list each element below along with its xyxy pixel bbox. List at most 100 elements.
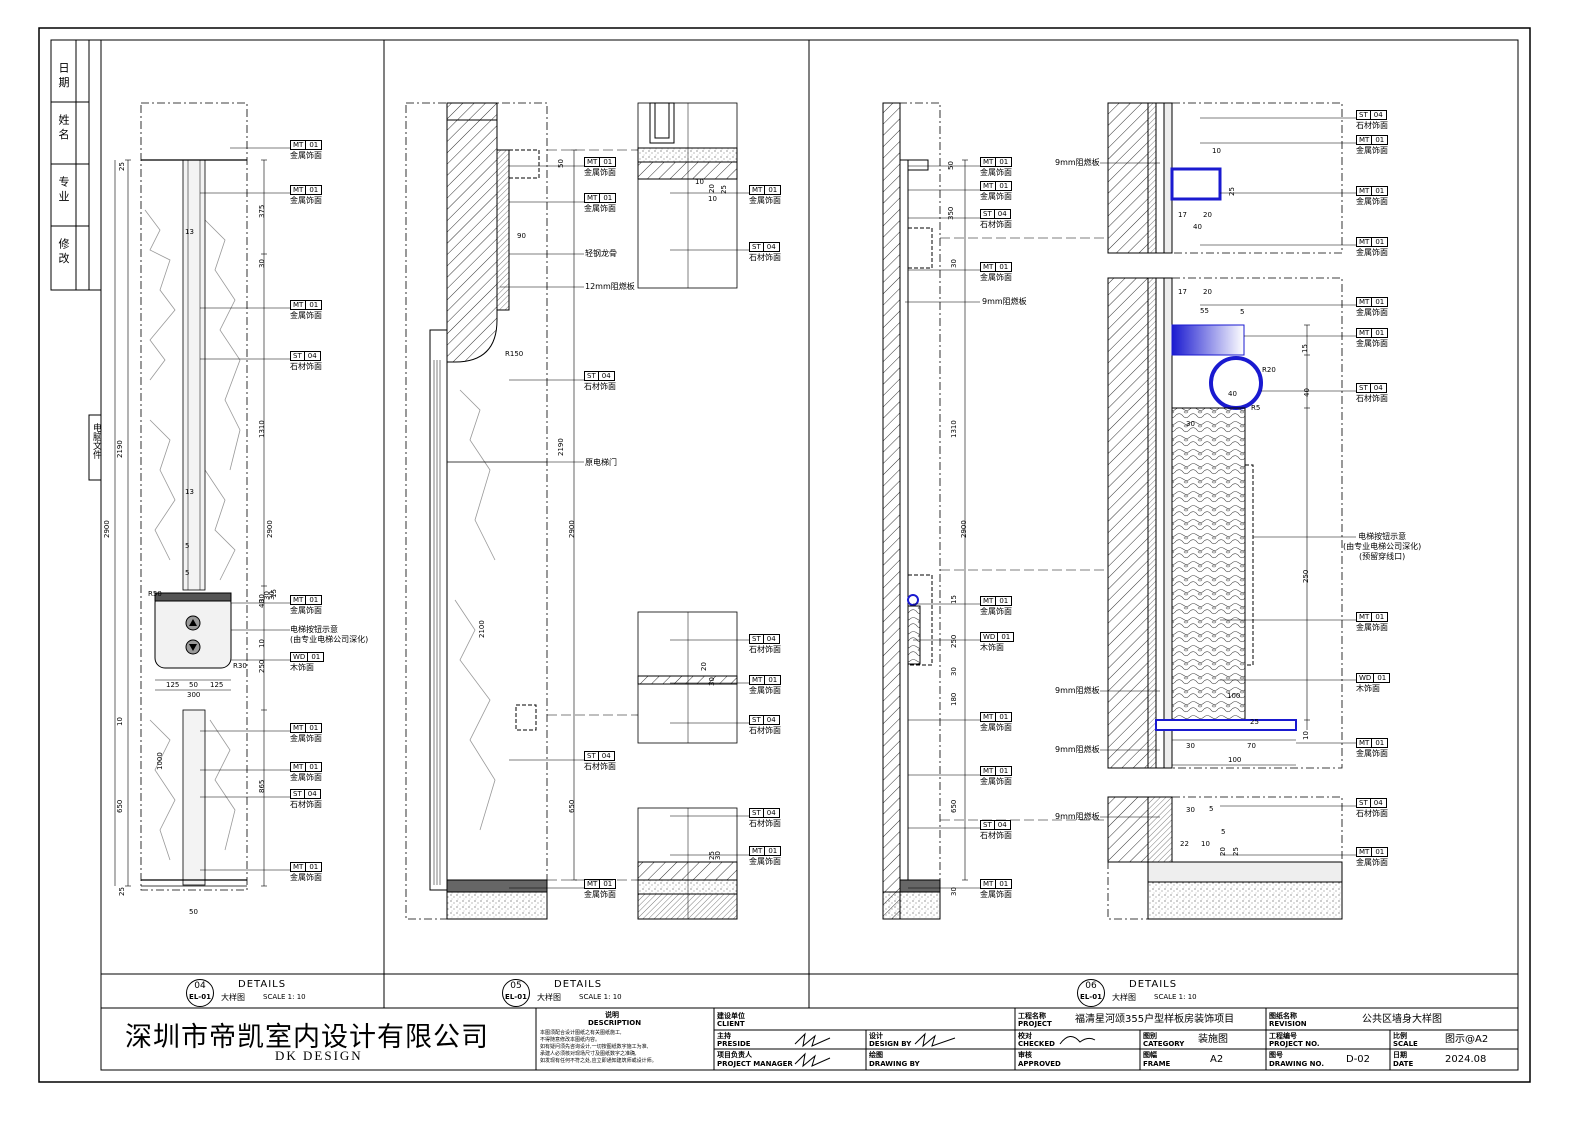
dimension-label: 30 <box>1186 806 1195 814</box>
material-tag-st: ST 04 石材饰面 <box>1356 383 1388 403</box>
material-code: MT <box>980 596 997 606</box>
dimension-label: 5 <box>185 569 190 577</box>
material-code: MT <box>1356 738 1373 748</box>
tb-project-value: 福清星河颂355户型样板房装饰项目 <box>1075 1014 1235 1025</box>
dimension-label: 30 <box>950 667 958 676</box>
material-tag-st: ST 04 石材饰面 <box>584 371 616 391</box>
board9-callout-4: 9mm阻燃板 <box>1055 745 1100 754</box>
material-name: 金属饰面 <box>980 890 1012 899</box>
material-name: 金属饰面 <box>290 734 322 743</box>
material-tag-mt: MT 01 金属饰面 <box>980 181 1013 201</box>
door-callout: 原电梯门 <box>585 458 617 467</box>
material-name: 金属饰面 <box>290 773 322 782</box>
tb-description-notes: 本图须配合设计图纸之有关图纸施工, 不得随意修改本图纸内容。 如有疑问须先咨询设… <box>540 1030 657 1065</box>
dimension-label: 15 <box>950 595 958 604</box>
material-number: 01 <box>308 652 325 662</box>
material-number: 01 <box>765 185 782 195</box>
material-tag-mt: MT 01 金属饰面 <box>749 846 782 866</box>
material-number: 04 <box>598 371 615 381</box>
material-code: ST <box>584 371 599 381</box>
detail-label: DETAILS <box>1129 979 1178 990</box>
material-name: 金属饰面 <box>584 168 616 177</box>
material-code: MT <box>1356 186 1373 196</box>
material-number: 01 <box>765 675 782 685</box>
tb-approved-en: APPROVED <box>1018 1060 1061 1068</box>
tb-drawingby-cn: 绘图 <box>869 1051 883 1059</box>
material-number: 01 <box>306 185 323 195</box>
dimension-label: 2190 <box>557 438 565 456</box>
button2-line2: (由专业电梯公司深化) <box>1343 542 1422 551</box>
material-name: 石材饰面 <box>290 362 322 371</box>
material-tag-mt: MT 01 金属饰面 <box>980 262 1013 282</box>
material-code: MT <box>980 262 997 272</box>
material-tag-mt: MT 01 金属饰面 <box>980 596 1013 616</box>
dimension-label: 20 <box>708 184 716 193</box>
material-code: ST <box>980 209 995 219</box>
material-name: 金属饰面 <box>980 723 1012 732</box>
material-name: 石材饰面 <box>980 220 1012 229</box>
dimension-label: 50 <box>557 159 565 168</box>
detail-sub: 大样图 <box>1112 993 1136 1002</box>
material-number: 04 <box>763 242 780 252</box>
material-number: 01 <box>306 300 323 310</box>
tb-revision-value: 公共区墙身大样图 <box>1362 1014 1442 1025</box>
dimension-label: 22 <box>1180 840 1189 848</box>
tb-note: 如发现有任何不符之处,应立即通知建筑师或设计师。 <box>540 1058 657 1064</box>
material-number: 01 <box>996 712 1013 722</box>
tb-scale-value: 图示@A2 <box>1445 1034 1489 1045</box>
tb-note: 本图须配合设计图纸之有关图纸施工, <box>540 1030 622 1036</box>
tb-date-cn: 日期 <box>1393 1051 1407 1059</box>
dimension-label: 1310 <box>258 420 266 438</box>
material-code: MT <box>980 712 997 722</box>
material-number: 01 <box>996 181 1013 191</box>
material-code: MT <box>290 723 307 733</box>
board9-callout-3: 9mm阻燃板 <box>1055 686 1100 695</box>
material-code: ST <box>749 808 764 818</box>
board9-callout-1: 9mm阻燃板 <box>982 297 1027 306</box>
material-name: 金属饰面 <box>980 777 1012 786</box>
dimension-label: 125 <box>166 681 180 689</box>
tb-pm-cn: 项目负责人 <box>717 1051 752 1059</box>
material-code: ST <box>1356 798 1371 808</box>
detail-number: 05 <box>510 981 522 991</box>
dimension-label: R50 <box>148 590 162 598</box>
detail-scale: SCALE 1: 10 <box>1154 993 1197 1001</box>
material-number: 01 <box>1372 297 1389 307</box>
tb-drawingby-en: DRAWING BY <box>869 1060 920 1068</box>
material-code: ST <box>749 242 764 252</box>
material-number: 01 <box>306 723 323 733</box>
dimension-label: 17 <box>1178 211 1187 219</box>
dimension-label: 250 <box>258 659 266 673</box>
tb-design-en: DESIGN BY <box>869 1040 912 1048</box>
tb-date-en: DATE <box>1393 1060 1414 1068</box>
dimension-label: 650 <box>568 799 576 813</box>
material-tag-wd: WD 01 木饰面 <box>1356 673 1391 693</box>
material-code: ST <box>1356 383 1371 393</box>
material-number: 01 <box>1372 186 1389 196</box>
button-callout-2: 电梯按钮示意 (由专业电梯公司深化) (预留穿线口) <box>1343 532 1421 562</box>
material-code: MT <box>1356 612 1373 622</box>
tb-project-en: PROJECT <box>1018 1020 1052 1028</box>
material-code: MT <box>290 862 307 872</box>
dimension-label: 30 <box>258 259 266 268</box>
material-number: 01 <box>306 595 323 605</box>
drawing-sheet: 日 期 姓 名 专 业 修 改 电脑文件 MT 01 金属饰面 MT 01 金属饰面 MT 0… <box>0 0 1588 1123</box>
rev-discipline-label: 专 业 <box>57 176 70 202</box>
material-number: 01 <box>998 632 1015 642</box>
material-code: MT <box>1356 847 1373 857</box>
dimension-label: 50 <box>947 161 955 170</box>
material-number: 04 <box>1370 110 1387 120</box>
dimension-label: 10 <box>258 639 266 648</box>
material-number: 01 <box>1372 135 1389 145</box>
material-name: 石材饰面 <box>290 800 322 809</box>
dimension-label: 1000 <box>156 752 164 770</box>
material-tag-mt: MT 01 金属饰面 <box>980 766 1013 786</box>
material-number: 01 <box>306 762 323 772</box>
tb-note: 如有疑问须先咨询设计,一切按图纸数字施工为准, <box>540 1044 649 1050</box>
material-number: 04 <box>994 209 1011 219</box>
dimension-label: 25 <box>1232 847 1240 856</box>
material-name: 石材饰面 <box>749 253 781 262</box>
button-callout-line1: 电梯按钮示意 <box>290 625 338 634</box>
tb-pm-en: PROJECT MANAGER <box>717 1060 793 1068</box>
material-tag-st: ST 04 石材饰面 <box>749 634 781 654</box>
